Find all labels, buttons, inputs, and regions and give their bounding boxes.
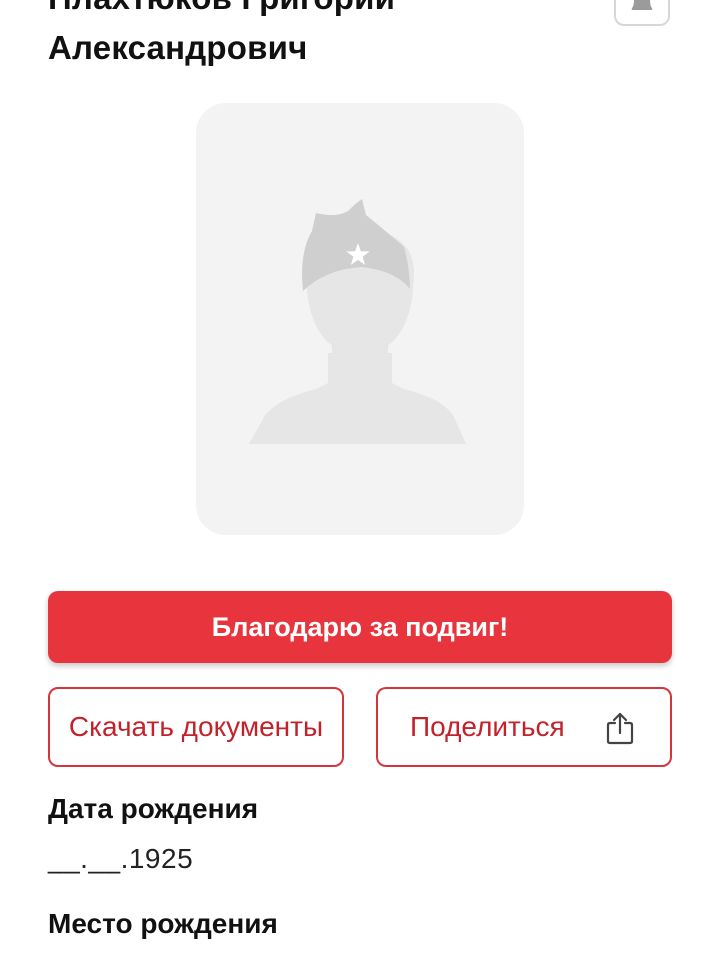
soldier-silhouette-icon [249,199,466,444]
thanks-for-feat-button[interactable]: Благодарю за подвиг! [48,591,672,663]
birth-date-value: __.__.1925 [48,843,194,874]
person-photo-placeholder [196,103,524,535]
share-button[interactable]: Поделиться [376,687,672,767]
download-documents-button[interactable]: Скачать документы [48,687,344,767]
download-documents-label: Скачать документы [68,711,324,742]
person-name-line-2: Александрович [48,29,308,66]
share-label: Поделиться [410,711,565,742]
birth-date-label: Дата рождения [48,793,259,824]
person-name-line-1: Плахтюков Григорий [48,0,395,18]
share-icon [606,712,634,745]
birth-place-label: Место рождения [48,908,278,939]
bell-icon [631,0,653,10]
person-card-page: Плахтюков Григорий Александрович Благода… [0,0,720,960]
subscribe-bell-button[interactable] [614,0,670,26]
